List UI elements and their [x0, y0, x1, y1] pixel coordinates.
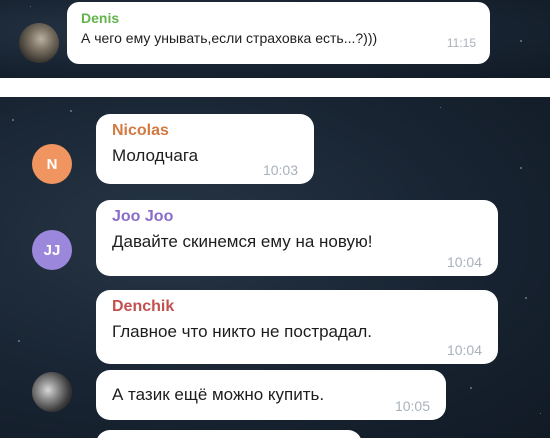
avatar-nicolas[interactable]: N — [32, 144, 72, 184]
message-bubble[interactable]: Joo Joo Давайте скинемся ему на новую! 1… — [96, 200, 498, 276]
message-text: А тазик ещё можно купить. — [112, 385, 325, 404]
avatar-photo[interactable] — [32, 372, 72, 412]
sender-name[interactable]: Denchik — [112, 298, 484, 316]
message-text: Давайте скинемся ему на новую! — [112, 232, 373, 251]
message-time: 10:03 — [262, 162, 298, 178]
message-bubble[interactable]: Denchik Главное что никто не пострадал. … — [96, 290, 498, 364]
message-time: 11:15 — [446, 36, 476, 50]
message-bubble[interactable]: Denis А чего ему унывать,если страховка … — [67, 2, 490, 64]
chat-panel-bottom: N Nicolas Молодчага 10:03 JJ Joo Joo Дав… — [0, 97, 550, 438]
sender-name[interactable]: Denis — [81, 10, 478, 26]
sender-name[interactable]: Nicolas — [112, 122, 300, 140]
message-time: 10:04 — [446, 254, 482, 270]
chat-panel-top: Denis А чего ему унывать,если страховка … — [0, 0, 550, 78]
message-bubble[interactable]: А тазик ещё можно купить. 10:05 — [96, 370, 446, 420]
message-bubble-partial[interactable] — [96, 430, 362, 438]
message-time: 10:04 — [446, 342, 482, 358]
message-time: 10:05 — [394, 398, 430, 414]
sender-name[interactable]: Joo Joo — [112, 208, 484, 226]
sender-avatar-denis[interactable] — [19, 23, 59, 63]
avatar-joo-joo[interactable]: JJ — [32, 230, 72, 270]
message-text: Главное что никто не пострадал. — [112, 322, 373, 341]
message-bubble[interactable]: Nicolas Молодчага 10:03 — [96, 114, 314, 184]
message-text: А чего ему унывать,если страховка есть..… — [81, 30, 378, 46]
